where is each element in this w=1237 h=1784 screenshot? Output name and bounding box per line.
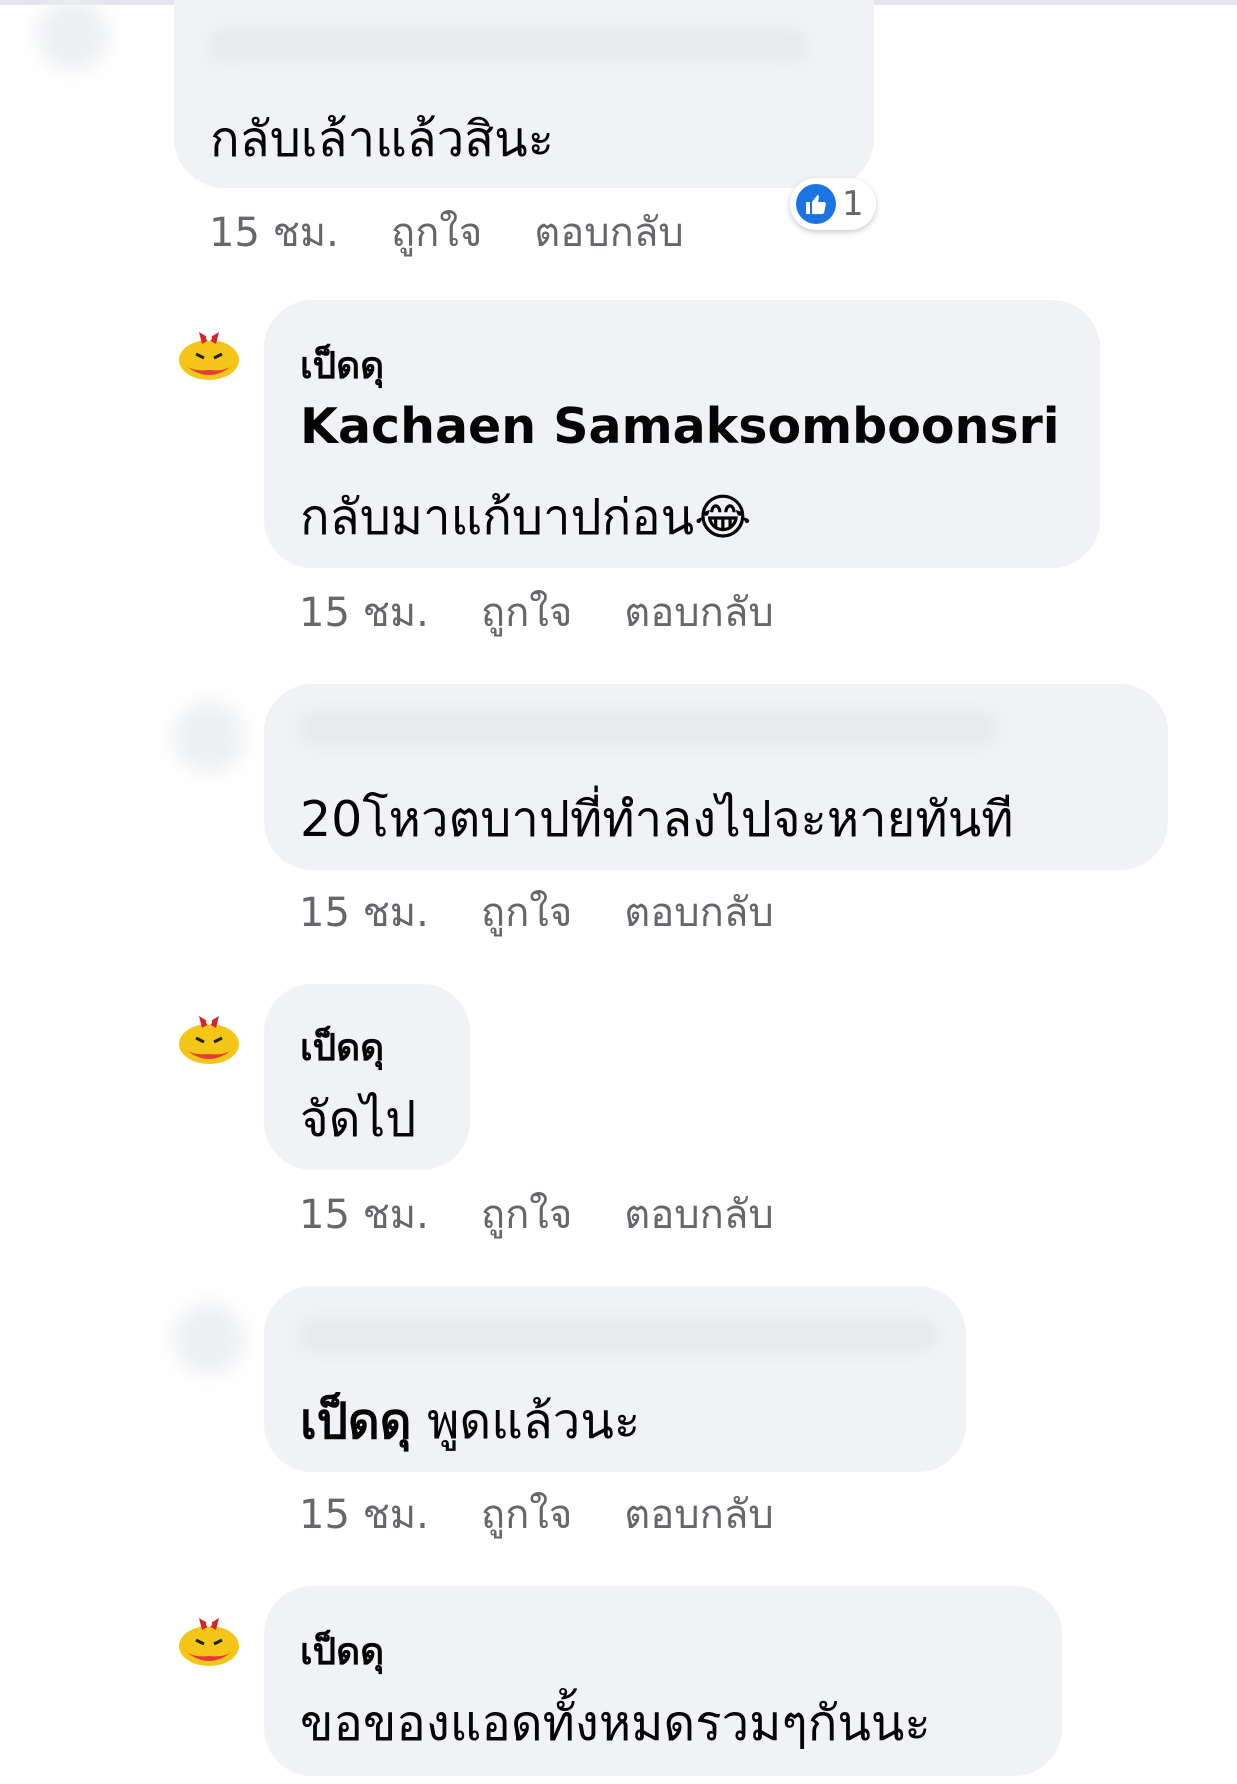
author-name[interactable]: เป็ดดุ [300,336,384,395]
duck-avatar-icon [179,1618,239,1666]
comment-bubble: 20โหวตบาปที่ทำลงไปจะหายทันที [264,684,1168,870]
comment-text: กลับมาแก้บาปก่อน [300,489,695,546]
avatar[interactable] [174,318,244,388]
like-link[interactable]: ถูกใจ [481,580,572,644]
like-link[interactable]: ถูกใจ [391,200,482,264]
reply-link[interactable]: ตอบกลับ [534,200,684,264]
author-name-redacted[interactable] [208,28,808,62]
thumbs-up-icon [796,184,836,224]
timestamp[interactable]: 15 ชม. [299,580,429,644]
comment-bubble: เป็ดดุ จัดไป [264,984,470,1170]
author-name[interactable]: เป็ดดุ [300,1018,384,1077]
reply-link[interactable]: ตอบกลับ [624,1482,774,1546]
comment-actions: 15 ชม. ถูกใจ ตอบกลับ [299,580,774,644]
timestamp[interactable]: 15 ชม. [299,880,429,944]
reaction-count-badge[interactable]: 1 [790,178,876,230]
author-name[interactable]: เป็ดดุ [300,1622,384,1681]
duck-avatar-icon [179,1016,239,1064]
reaction-count: 1 [842,184,864,224]
comment-text-row: เป็ดดุ พูดแล้วนะ [300,1382,640,1460]
comment-text: 20โหวตบาปที่ทำลงไปจะหายทันที [300,791,1014,848]
duck-avatar-icon [179,332,239,380]
comment-text: จัดไป [300,1091,417,1148]
comment-bubble: เป็ดดุ ขอของแอดทั้งหมดรวมๆกันนะ [264,1586,1062,1776]
avatar[interactable] [174,702,244,772]
comment-text-row: กลับมาแก้บาปก่อน😂 [300,478,751,556]
comment-bubble: เป็ดดุ Kachaen Samaksomboonsri กลับมาแก้… [264,300,1100,568]
avatar[interactable] [174,1002,244,1072]
author-name-redacted[interactable] [298,1318,938,1352]
reply-link[interactable]: ตอบกลับ [624,1182,774,1246]
timestamp[interactable]: 15 ชม. [299,1482,429,1546]
like-link[interactable]: ถูกใจ [481,1182,572,1246]
timestamp[interactable]: 15 ชม. [209,200,339,264]
mention-tag[interactable]: Kachaen Samaksomboonsri [300,398,1060,455]
author-name-redacted[interactable] [298,712,998,746]
timestamp[interactable]: 15 ชม. [299,1182,429,1246]
comment-actions: 15 ชม. ถูกใจ ตอบกลับ [299,1182,774,1246]
comment-text: กลับเล้าแล้วสินะ [210,111,554,168]
reply-link[interactable]: ตอบกลับ [624,880,774,944]
comment-actions: 15 ชม. ถูกใจ ตอบกลับ [209,200,684,264]
avatar[interactable] [174,1604,244,1674]
reply-link[interactable]: ตอบกลับ [624,580,774,644]
comment-text: ขอของแอดทั้งหมดรวมๆกันนะ [300,1695,931,1752]
comment-actions: 15 ชม. ถูกใจ ตอบกลับ [299,1482,774,1546]
mention-tag[interactable]: เป็ดดุ [300,1393,412,1450]
comment-bubble: กลับเล้าแล้วสินะ [174,0,874,188]
like-link[interactable]: ถูกใจ [481,1482,572,1546]
like-link[interactable]: ถูกใจ [481,880,572,944]
laughing-emoji: 😂 [694,489,752,546]
avatar[interactable] [174,1304,244,1374]
comment-text: พูดแล้วนะ [427,1393,641,1450]
comment-bubble: เป็ดดุ พูดแล้วนะ [264,1286,966,1472]
comment-actions: 15 ชม. ถูกใจ ตอบกลับ [299,880,774,944]
avatar[interactable] [38,0,108,70]
